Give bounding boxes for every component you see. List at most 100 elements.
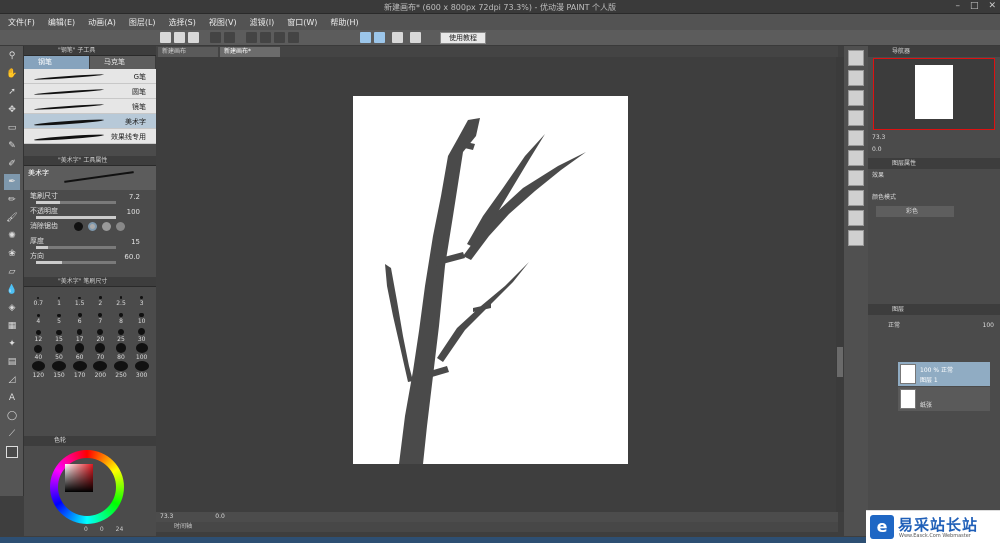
canvas-area[interactable] [156,57,836,512]
ruler-tool-icon[interactable]: ◿ [4,372,20,388]
thickness-row[interactable]: 厚度 15 [24,235,156,250]
tab-pen[interactable]: 钢笔 [24,56,90,69]
menu-help[interactable]: 帮助(H) [330,17,358,28]
tab-marker[interactable]: 马克笔 [90,56,156,69]
hand-tool-icon[interactable]: ✋ [4,66,20,82]
balloon-tool-icon[interactable]: ◯ [4,408,20,424]
menu-file[interactable]: 文件(F) [8,17,35,28]
canvas-menu-icon[interactable] [410,32,421,43]
brush-size-preset[interactable]: 50 [49,343,70,361]
brush-size-preset[interactable]: 4 [28,307,49,325]
new-icon[interactable] [160,32,171,43]
blend-mode-select[interactable]: 正常 [872,322,900,329]
zoom-tool-icon[interactable]: ⚲ [4,48,20,64]
layer-row-selected[interactable]: 100 % 正常 图层 1 [898,362,990,386]
antialias-weak-icon[interactable] [88,222,97,231]
brush-size-preset[interactable]: 3 [131,289,152,307]
brush-size-preset[interactable]: 2.5 [111,289,132,307]
brush-size-preset[interactable]: 17 [69,325,90,343]
color-wheel[interactable] [50,450,124,524]
save-icon[interactable] [188,32,199,43]
lasso-tool-icon[interactable]: ✎ [4,138,20,154]
menu-layer[interactable]: 图层(L) [129,17,156,28]
brush-size-preset[interactable]: 12 [28,325,49,343]
correction-tool-icon[interactable]: ⟋ [4,426,20,442]
brush-item[interactable]: G笔 [24,69,156,84]
brush-size-preset[interactable]: 20 [90,325,111,343]
brush-size-preset[interactable]: 40 [28,343,49,361]
brush-item[interactable]: 镜笔 [24,99,156,114]
blend-row[interactable]: 正常 100 [868,320,1000,331]
blend-tool-icon[interactable]: 💧 [4,282,20,298]
eyedropper-tool-icon[interactable]: ✐ [4,156,20,172]
menu-window[interactable]: 窗口(W) [287,17,317,28]
menu-animation[interactable]: 动画(A) [88,17,116,28]
drawing-canvas[interactable] [353,96,628,464]
gradient-tool-icon[interactable]: ▦ [4,318,20,334]
color-set-icon[interactable] [848,110,864,126]
airbrush-tool-icon[interactable]: ✺ [4,228,20,244]
brush-item[interactable]: 圆笔 [24,84,156,99]
material-3d-icon[interactable] [848,170,864,186]
brush-size-preset[interactable]: 100 [131,343,152,361]
brush-size-preset[interactable]: 170 [69,361,90,379]
sub-view-icon[interactable] [848,70,864,86]
brush-size-preset[interactable]: 200 [90,361,111,379]
brush-size-preset[interactable]: 6 [69,307,90,325]
eye-dropper-icon[interactable] [392,32,403,43]
snap-grid-icon[interactable] [374,32,385,43]
brush-size-preset[interactable]: 70 [90,343,111,361]
brush-size-slider[interactable] [36,201,116,204]
color-wheel-tab[interactable]: 色轮 [54,437,66,444]
brush-size-preset[interactable]: 1 [49,289,70,307]
antialias-options[interactable] [74,222,125,231]
antialias-none-icon[interactable] [74,222,83,231]
eraser-tool-icon[interactable]: ▱ [4,264,20,280]
brush-item-selected[interactable]: 美术字 [24,114,156,129]
clear-icon[interactable] [246,32,257,43]
menu-view[interactable]: 视图(V) [209,17,237,28]
menu-edit[interactable]: 编辑(E) [48,17,75,28]
brush-size-preset[interactable]: 15 [49,325,70,343]
brush-size-preset[interactable]: 0.7 [28,289,49,307]
quick-access-icon[interactable] [848,230,864,246]
brush-size-row[interactable]: 笔刷尺寸 7.2 [24,190,156,205]
brush-size-preset[interactable]: 10 [131,307,152,325]
open-icon[interactable] [174,32,185,43]
text-tool-icon[interactable]: A [4,390,20,406]
brush-size-preset[interactable]: 150 [49,361,70,379]
saturation-value-square[interactable] [65,464,93,492]
brush-size-preset[interactable]: 2 [90,289,111,307]
operation-tool-icon[interactable]: ➚ [4,84,20,100]
doc-tab-active[interactable]: 新建画布* [220,47,280,57]
vertical-scrollbar[interactable] [836,57,844,512]
brush-size-preset[interactable]: 300 [131,361,152,379]
brush-size-preset[interactable]: 60 [69,343,90,361]
layer-opacity[interactable]: 100 [983,320,994,331]
fill-icon[interactable] [260,32,271,43]
brush-size-preset[interactable]: 7 [90,307,111,325]
brush-size-preset[interactable]: 30 [131,325,152,343]
brush-size-preset[interactable]: 250 [111,361,132,379]
scroll-thumb[interactable] [837,347,843,377]
layer-search-icon[interactable] [848,190,864,206]
figure-tool-icon[interactable]: ✦ [4,336,20,352]
navigator-icon[interactable] [848,50,864,66]
brush-item[interactable]: 效果线专用 [24,129,156,144]
navigator-preview[interactable] [873,58,995,130]
navigator-tab[interactable]: 导航器 [872,48,910,55]
scale-icon[interactable] [288,32,299,43]
angle-readout[interactable]: 0.0 [215,513,225,520]
brush-size-preset[interactable]: 5 [49,307,70,325]
minimize-button[interactable]: – [955,1,960,11]
brush-size-preset[interactable]: 8 [111,307,132,325]
redo-icon[interactable] [224,32,235,43]
main-color-icon[interactable] [4,444,20,460]
layer-property-tab[interactable]: 图层属性 [872,160,916,167]
decoration-tool-icon[interactable]: ❀ [4,246,20,262]
brush-tool-icon[interactable]: 🖌 [4,210,20,226]
antialias-strong-icon[interactable] [116,222,125,231]
layer-tab[interactable]: 图层 [872,306,904,313]
brush-size-preset[interactable]: 25 [111,325,132,343]
timeline-tab[interactable]: 时间轴 [174,523,192,530]
